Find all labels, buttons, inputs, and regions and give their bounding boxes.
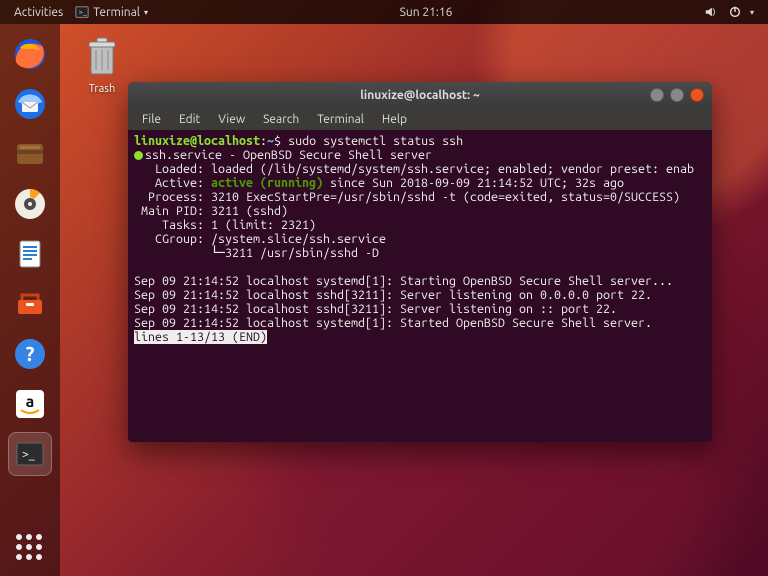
prompt-dollar: $ [274, 134, 288, 148]
active-value: active (running) [211, 176, 323, 190]
terminal-icon: >_ [75, 5, 89, 19]
app-menu-label: Terminal [93, 6, 140, 19]
clock[interactable]: Sun 21:16 [394, 6, 459, 19]
pager-status: lines 1-13/13 (END) [134, 330, 267, 344]
files-icon [12, 136, 48, 172]
prompt-user: linuxize@localhost [134, 134, 260, 148]
service-line: ssh.service - OpenBSD Secure Shell serve… [145, 148, 432, 162]
window-titlebar[interactable]: linuxize@localhost: ~ [128, 82, 712, 108]
apps-grid-icon [16, 534, 44, 562]
show-applications[interactable] [16, 534, 44, 562]
volume-icon [704, 5, 718, 19]
clock-label: Sun 21:16 [400, 6, 453, 19]
terminal-icon: >_ [12, 436, 48, 472]
cgroup-line2: └─3211 /usr/sbin/sshd -D [134, 246, 379, 260]
trash-icon [82, 34, 122, 78]
dock-software[interactable] [8, 282, 52, 326]
cgroup-line1: CGroup: /system.slice/ssh.service [134, 232, 386, 246]
chevron-down-icon: ▾ [750, 8, 754, 17]
dock-help[interactable]: ? [8, 332, 52, 376]
menu-terminal[interactable]: Terminal [309, 111, 372, 128]
command-text: sudo systemctl status ssh [288, 134, 463, 148]
log-line: Sep 09 21:14:52 localhost sshd[3211]: Se… [134, 302, 617, 316]
firefox-icon [12, 36, 48, 72]
log-line: Sep 09 21:14:52 localhost sshd[3211]: Se… [134, 288, 652, 302]
dock-rhythmbox[interactable] [8, 182, 52, 226]
terminal-window: linuxize@localhost: ~ File Edit View Sea… [128, 82, 712, 442]
menu-edit[interactable]: Edit [171, 111, 208, 128]
desktop-trash[interactable]: Trash [74, 34, 130, 95]
maximize-button[interactable] [670, 88, 684, 102]
svg-text:?: ? [26, 342, 35, 365]
music-icon [12, 186, 48, 222]
dock-amazon[interactable]: a [8, 382, 52, 426]
window-title: linuxize@localhost: ~ [128, 89, 712, 102]
dock-firefox[interactable] [8, 32, 52, 76]
loaded-line: Loaded: loaded (/lib/systemd/system/ssh.… [134, 162, 694, 176]
active-label: Active: [134, 176, 211, 190]
dock-terminal[interactable]: >_ [8, 432, 52, 476]
menu-search[interactable]: Search [255, 111, 307, 128]
dock-files[interactable] [8, 132, 52, 176]
trash-label: Trash [74, 83, 130, 95]
svg-text:>_: >_ [22, 448, 35, 461]
power-icon [728, 5, 742, 19]
amazon-icon: a [12, 386, 48, 422]
app-menu[interactable]: >_ Terminal ▾ [69, 5, 154, 19]
terminal-menubar: File Edit View Search Terminal Help [128, 108, 712, 130]
menu-file[interactable]: File [134, 111, 169, 128]
menu-view[interactable]: View [210, 111, 253, 128]
log-line: Sep 09 21:14:52 localhost systemd[1]: St… [134, 274, 673, 288]
help-icon: ? [12, 336, 48, 372]
dock-thunderbird[interactable] [8, 82, 52, 126]
close-button[interactable] [690, 88, 704, 102]
system-status-area[interactable]: ▾ [698, 5, 760, 19]
tasks-line: Tasks: 1 (limit: 2321) [134, 218, 316, 232]
activities-label: Activities [14, 6, 63, 19]
process-line: Process: 3210 ExecStartPre=/usr/sbin/ssh… [134, 190, 680, 204]
log-line: Sep 09 21:14:52 localhost systemd[1]: St… [134, 316, 652, 330]
document-icon [12, 236, 48, 272]
status-dot-icon [134, 151, 143, 160]
activities-button[interactable]: Activities [8, 6, 69, 19]
prompt-path: ~ [267, 134, 274, 148]
active-rest: since Sun 2018-09-09 21:14:52 UTC; 32s a… [323, 176, 624, 190]
terminal-viewport[interactable]: linuxize@localhost:~$ sudo systemctl sta… [128, 130, 712, 442]
gnome-top-bar: Activities >_ Terminal ▾ Sun 21:16 ▾ [0, 0, 768, 24]
software-icon [12, 286, 48, 322]
svg-text:a: a [26, 393, 35, 411]
window-controls [650, 88, 704, 102]
chevron-down-icon: ▾ [144, 8, 148, 17]
thunderbird-icon [12, 86, 48, 122]
menu-help[interactable]: Help [374, 111, 415, 128]
dock-writer[interactable] [8, 232, 52, 276]
svg-text:>_: >_ [79, 9, 87, 17]
mainpid-line: Main PID: 3211 (sshd) [134, 204, 288, 218]
ubuntu-dock: ? a >_ [0, 24, 60, 576]
prompt-colon: : [260, 134, 267, 148]
minimize-button[interactable] [650, 88, 664, 102]
